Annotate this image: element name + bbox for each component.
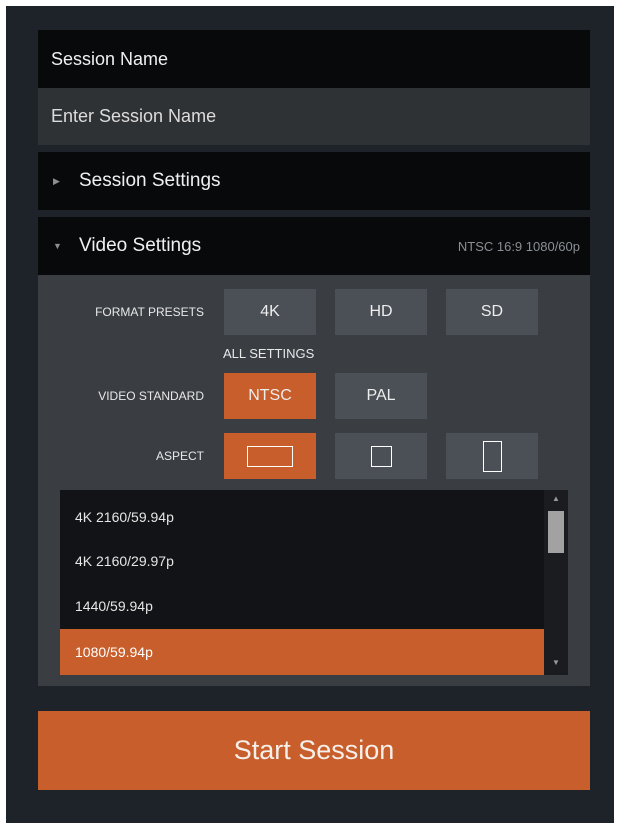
preset-4k-button[interactable]: 4K xyxy=(224,289,316,335)
ntsc-button[interactable]: NTSC xyxy=(224,373,316,419)
list-item[interactable]: 4K 2160/29.97p xyxy=(60,538,544,584)
scroll-up-icon[interactable]: ▲ xyxy=(544,494,568,503)
session-name-title: Session Name xyxy=(51,48,169,69)
session-name-header: Session Name xyxy=(38,30,590,88)
preset-hd-button[interactable]: HD xyxy=(335,289,427,335)
all-settings-heading: ALL SETTINGS xyxy=(223,346,315,361)
aspect-label: ASPECT xyxy=(155,449,204,463)
square-icon xyxy=(370,445,392,467)
aspect-square-button[interactable] xyxy=(335,433,427,479)
aspect-widescreen-button[interactable] xyxy=(224,433,316,479)
session-settings-label: Session Settings xyxy=(79,170,221,191)
list-item[interactable]: 4K 2160/59.94p xyxy=(60,494,544,540)
chevron-down-icon: ▼ xyxy=(53,241,62,251)
preset-sd-button[interactable]: SD xyxy=(446,289,538,335)
video-settings-summary: NTSC 16:9 1080/60p xyxy=(457,238,580,254)
aspect-portrait-button[interactable] xyxy=(446,433,538,479)
format-presets-label: FORMAT PRESETS xyxy=(95,305,204,319)
video-settings-label: Video Settings xyxy=(79,235,202,256)
scroll-down-icon[interactable]: ▼ xyxy=(544,658,568,667)
session-name-input[interactable] xyxy=(38,88,590,145)
list-item[interactable]: 1440/59.94p xyxy=(60,583,544,629)
video-standard-label: VIDEO STANDARD xyxy=(98,389,204,403)
resolution-list[interactable]: 4K 2160/59.94p 4K 2160/29.97p 1440/59.94… xyxy=(60,490,568,675)
start-session-button[interactable]: Start Session xyxy=(38,711,590,790)
pal-button[interactable]: PAL xyxy=(335,373,427,419)
video-settings-toggle[interactable]: ▼ Video Settings NTSC 16:9 1080/60p xyxy=(38,217,590,275)
chevron-right-icon: ▶ xyxy=(53,175,60,186)
session-settings-toggle[interactable]: ▶ Session Settings xyxy=(38,152,590,210)
list-item-selected[interactable]: 1080/59.94p xyxy=(60,629,544,675)
scroll-thumb[interactable] xyxy=(548,511,564,553)
list-scrollbar[interactable]: ▲ ▼ xyxy=(544,490,568,675)
widescreen-icon xyxy=(247,445,293,467)
portrait-icon xyxy=(482,440,502,472)
